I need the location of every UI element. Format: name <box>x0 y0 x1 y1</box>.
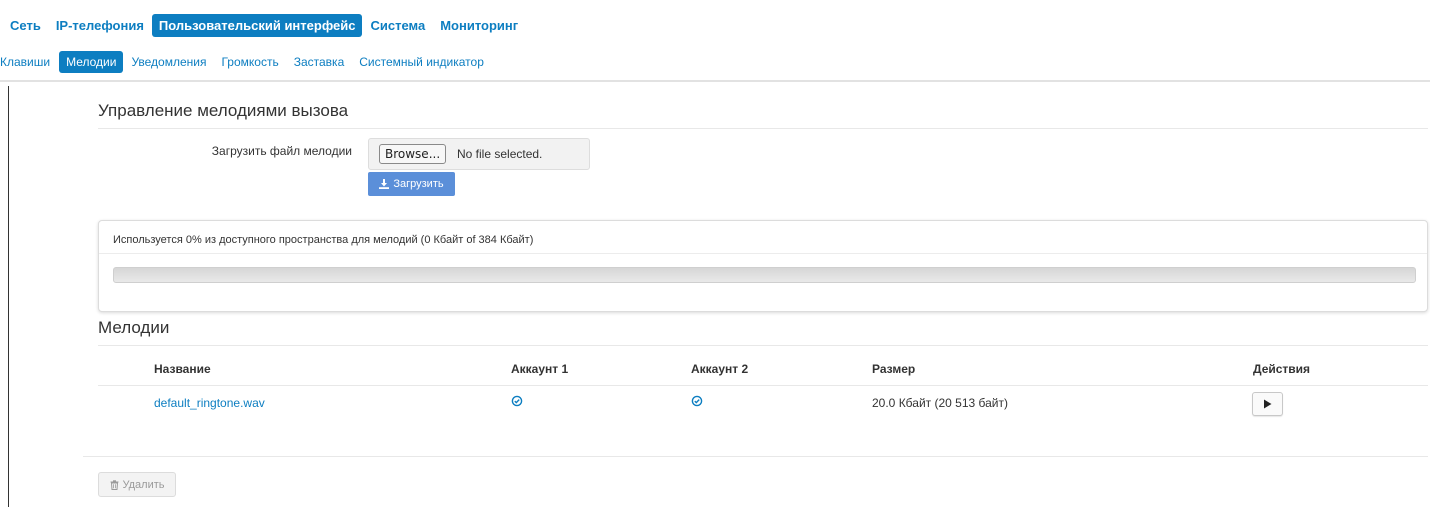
check-circle-icon <box>511 395 523 407</box>
top-nav-ip-telephony[interactable]: IP-телефония <box>49 14 151 37</box>
tab-keys[interactable]: Клавиши <box>0 51 57 73</box>
column-header-size: Размер <box>872 362 916 376</box>
storage-progress-bar <box>113 267 1416 283</box>
storage-usage-text: Используется 0% из доступного пространст… <box>113 234 534 246</box>
trash-icon <box>110 479 118 490</box>
tab-volume[interactable]: Громкость <box>214 51 285 73</box>
sub-nav: Клавиши Мелодии Уведомления Громкость За… <box>0 50 492 74</box>
upload-button-label: Загрузить <box>393 178 444 190</box>
section-divider <box>98 345 1428 346</box>
download-icon <box>379 179 390 189</box>
melody-size: 20.0 Кбайт (20 513 байт) <box>872 396 1008 410</box>
check-circle-icon <box>691 395 703 407</box>
footer-divider <box>83 456 1428 457</box>
tab-melodies[interactable]: Мелодии <box>59 51 124 73</box>
file-input[interactable]: Browse... No file selected. <box>368 138 590 170</box>
storage-usage-panel: Используется 0% из доступного пространст… <box>98 220 1428 312</box>
top-nav-monitoring[interactable]: Мониторинг <box>433 14 525 37</box>
ringtone-management-title: Управление мелодиями вызова <box>98 101 349 120</box>
panel-divider <box>99 253 1427 254</box>
upload-file-label: Загрузить файл мелодии <box>211 144 352 158</box>
tab-screensaver[interactable]: Заставка <box>287 51 352 73</box>
browse-button[interactable]: Browse... <box>379 144 447 164</box>
section-divider <box>98 128 1428 129</box>
tab-system-indicator[interactable]: Системный индикатор <box>352 51 491 73</box>
left-border <box>8 86 9 507</box>
top-nav-user-interface[interactable]: Пользовательский интерфейс <box>151 13 363 37</box>
column-header-actions: Действия <box>1253 362 1311 376</box>
melodies-title: Мелодии <box>98 318 170 337</box>
upload-button[interactable]: Загрузить <box>368 172 455 196</box>
column-header-name: Название <box>154 362 211 376</box>
delete-button-label: Удалить <box>122 478 165 491</box>
nav-divider <box>0 80 1430 82</box>
top-nav-system[interactable]: Система <box>363 14 432 37</box>
column-header-account2: Аккаунт 2 <box>691 362 749 376</box>
no-file-text: No file selected. <box>457 147 543 161</box>
table-header-divider <box>98 385 1428 386</box>
play-button[interactable] <box>1252 392 1283 416</box>
top-nav: Сеть IP-телефония Пользовательский интер… <box>10 12 526 38</box>
delete-button[interactable]: Удалить <box>98 472 176 497</box>
top-nav-network[interactable]: Сеть <box>10 14 48 37</box>
tab-notifications[interactable]: Уведомления <box>124 51 213 73</box>
play-icon <box>1264 399 1272 409</box>
melody-name-link[interactable]: default_ringtone.wav <box>154 396 265 410</box>
column-header-account1: Аккаунт 1 <box>511 362 569 376</box>
